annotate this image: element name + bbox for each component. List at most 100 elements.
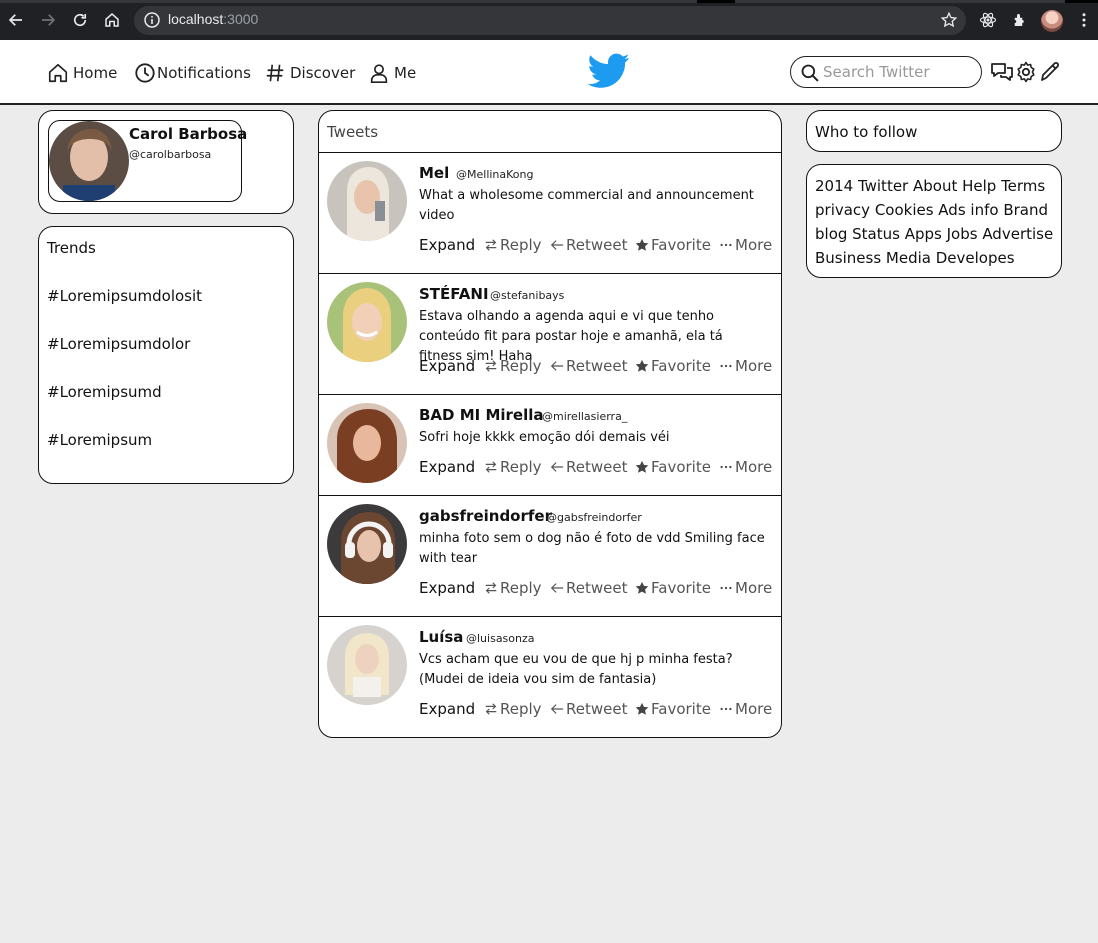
tweets-title: Tweets [327, 123, 379, 141]
messages-icon[interactable] [990, 60, 1014, 84]
footer-links-panel: 2014 Twitter About Help Terms privacy Co… [806, 164, 1062, 278]
tweet-text: Vcs acham que eu vou de que hj p minha f… [419, 652, 733, 687]
trend-item[interactable]: #Loremipsumdolor [47, 335, 190, 353]
browser-profile-avatar[interactable] [1041, 10, 1063, 32]
trend-item[interactable]: #Loremipsum [47, 431, 152, 449]
star-icon [635, 581, 649, 594]
top-navbar: Home Notifications Discover Me [0, 40, 1098, 105]
extensions-icon[interactable] [1010, 8, 1030, 32]
more-button[interactable]: More [719, 458, 772, 476]
tweet-author-handle: @luisasonza [466, 632, 535, 645]
compose-pencil-icon[interactable] [1038, 60, 1062, 84]
address-bar[interactable]: localhost:3000 [134, 6, 966, 35]
tweet-author-name[interactable]: Mel [419, 164, 449, 182]
expand-button[interactable]: Expand [419, 236, 475, 254]
nav-me[interactable]: Me [368, 60, 416, 86]
tweet: BAD MI Mirella @mirellasierra_ Sofri hoj… [319, 395, 781, 496]
bookmark-star-icon[interactable] [940, 11, 958, 29]
tweet: Mel @MellinaKong What a wholesome commer… [319, 153, 781, 274]
tweet-author-name[interactable]: BAD MI Mirella [419, 406, 544, 424]
favorite-button[interactable]: Favorite [635, 700, 711, 718]
search-box[interactable] [790, 56, 982, 88]
expand-button[interactable]: Expand [419, 458, 475, 476]
favorite-label: Favorite [651, 458, 711, 476]
browser-menu-icon[interactable] [1074, 8, 1094, 32]
reply-label: Reply [500, 236, 542, 254]
reply-button[interactable]: Reply [484, 579, 542, 597]
expand-button[interactable]: Expand [419, 700, 475, 718]
home-browser-icon[interactable] [102, 8, 122, 32]
retweet-button[interactable]: Retweet [550, 458, 627, 476]
reply-label: Reply [500, 579, 542, 597]
avatar[interactable] [327, 282, 407, 362]
trend-item[interactable]: #Loremipsumd [47, 383, 162, 401]
trend-item[interactable]: #Loremipsumdolosit [47, 287, 202, 305]
star-icon [635, 702, 649, 715]
ellipsis-icon [720, 243, 732, 247]
profile-summary[interactable]: Carol Barbosa @carolbarbosa [48, 120, 247, 202]
favorite-label: Favorite [651, 236, 711, 254]
nav-discover[interactable]: Discover [264, 60, 355, 86]
reply-button[interactable]: Reply [484, 458, 542, 476]
profile-name[interactable]: Carol Barbosa [129, 125, 247, 143]
tweet-author-name[interactable]: gabsfreindorfer [419, 507, 552, 525]
star-icon [635, 460, 649, 473]
footer-links-text[interactable]: 2014 Twitter About Help Terms privacy Co… [815, 174, 1055, 270]
reload-icon[interactable] [70, 8, 90, 32]
react-devtools-icon[interactable] [978, 8, 998, 32]
avatar[interactable] [327, 504, 407, 584]
swap-icon [485, 582, 497, 594]
favorite-button[interactable]: Favorite [635, 357, 711, 375]
expand-button[interactable]: Expand [419, 579, 475, 597]
favorite-button[interactable]: Favorite [635, 458, 711, 476]
reply-label: Reply [500, 458, 542, 476]
expand-button[interactable]: Expand [419, 357, 475, 375]
tweets-panel: Tweets Mel @MellinaKong What a wholesome… [318, 110, 782, 738]
home-icon [48, 63, 68, 83]
reply-button[interactable]: Reply [484, 700, 542, 718]
tweet-author-handle: @stefanibays [490, 289, 565, 302]
favorite-label: Favorite [651, 700, 711, 718]
retweet-label: Retweet [566, 458, 628, 476]
clock-icon [135, 63, 155, 83]
nav-home-label: Home [73, 64, 118, 82]
forward-icon[interactable] [38, 8, 58, 32]
arrow-left-icon [550, 462, 564, 472]
avatar[interactable] [327, 625, 407, 705]
twitter-bird-logo[interactable] [588, 53, 630, 89]
settings-gear-icon[interactable] [1014, 60, 1038, 84]
arrow-left-icon [550, 583, 564, 593]
avatar[interactable] [327, 161, 407, 241]
more-label: More [735, 700, 773, 718]
arrow-left-icon [550, 240, 564, 250]
nav-notifications[interactable]: Notifications [134, 60, 251, 86]
more-button[interactable]: More [719, 579, 772, 597]
favorite-button[interactable]: Favorite [635, 579, 711, 597]
avatar[interactable] [49, 121, 129, 201]
retweet-button[interactable]: Retweet [550, 700, 627, 718]
info-icon[interactable] [144, 12, 160, 28]
more-label: More [735, 236, 773, 254]
tweet-text: Sofri hoje kkkk emoção dói demais véi [419, 430, 670, 445]
back-icon[interactable] [6, 8, 26, 32]
reply-button[interactable]: Reply [484, 236, 542, 254]
more-button[interactable]: More [719, 700, 772, 718]
tweet: Luísa @luisasonza Vcs acham que eu vou d… [319, 617, 781, 737]
tweet-author-name[interactable]: STÉFANI [419, 285, 489, 303]
tweet: STÉFANI @stefanibays Estava olhando a ag… [319, 274, 781, 395]
more-button[interactable]: More [719, 236, 772, 254]
who-to-follow-title: Who to follow [815, 123, 918, 141]
nav-me-label: Me [394, 64, 417, 82]
retweet-button[interactable]: Retweet [550, 357, 627, 375]
favorite-button[interactable]: Favorite [635, 236, 711, 254]
retweet-button[interactable]: Retweet [550, 236, 627, 254]
reply-button[interactable]: Reply [484, 357, 542, 375]
nav-home[interactable]: Home [47, 60, 117, 86]
trends-title: Trends [47, 239, 96, 257]
avatar[interactable] [327, 403, 407, 483]
more-button[interactable]: More [719, 357, 772, 375]
tweet-author-name[interactable]: Luísa [419, 628, 463, 646]
search-input[interactable] [823, 62, 973, 82]
favorite-label: Favorite [651, 357, 711, 375]
retweet-button[interactable]: Retweet [550, 579, 627, 597]
